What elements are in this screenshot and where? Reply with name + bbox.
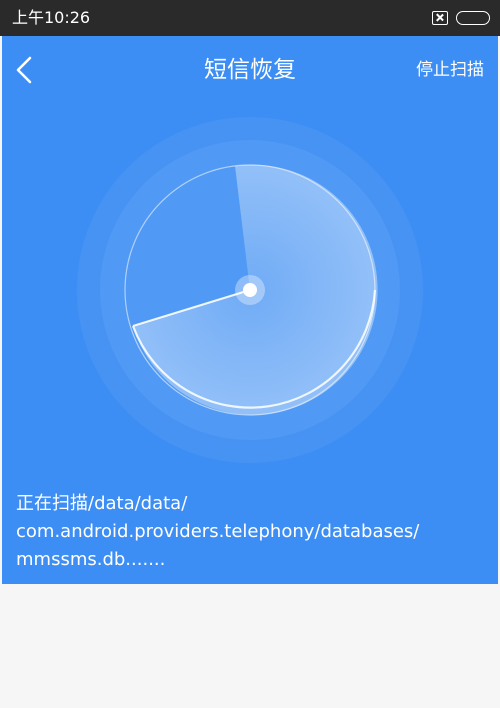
radar-center-dot [243,283,257,297]
app-bar: 短信恢复 停止扫描 [2,36,498,106]
status-bar: 上午10:26 [0,0,500,36]
scan-status-text: 正在扫描/data/data/ com.android.providers.te… [16,490,486,574]
stop-scan-button[interactable]: 停止扫描 [416,58,484,82]
scan-status-line: mmssms.db....... [16,549,166,570]
status-icons [432,9,490,27]
scan-status-line: com.android.providers.telephony/database… [16,521,420,542]
phone-screen: 上午10:26 短信恢复 停止扫描 正在扫描/data/data/ com.an… [0,0,500,708]
scan-status-line: 正在扫描/data/data/ [16,493,188,514]
status-time: 上午10:26 [12,8,91,27]
scan-panel: 短信恢复 停止扫描 正在扫描/data/data/ com.android.pr… [2,36,498,584]
notification-x-icon [432,11,448,25]
battery-icon [456,11,490,25]
